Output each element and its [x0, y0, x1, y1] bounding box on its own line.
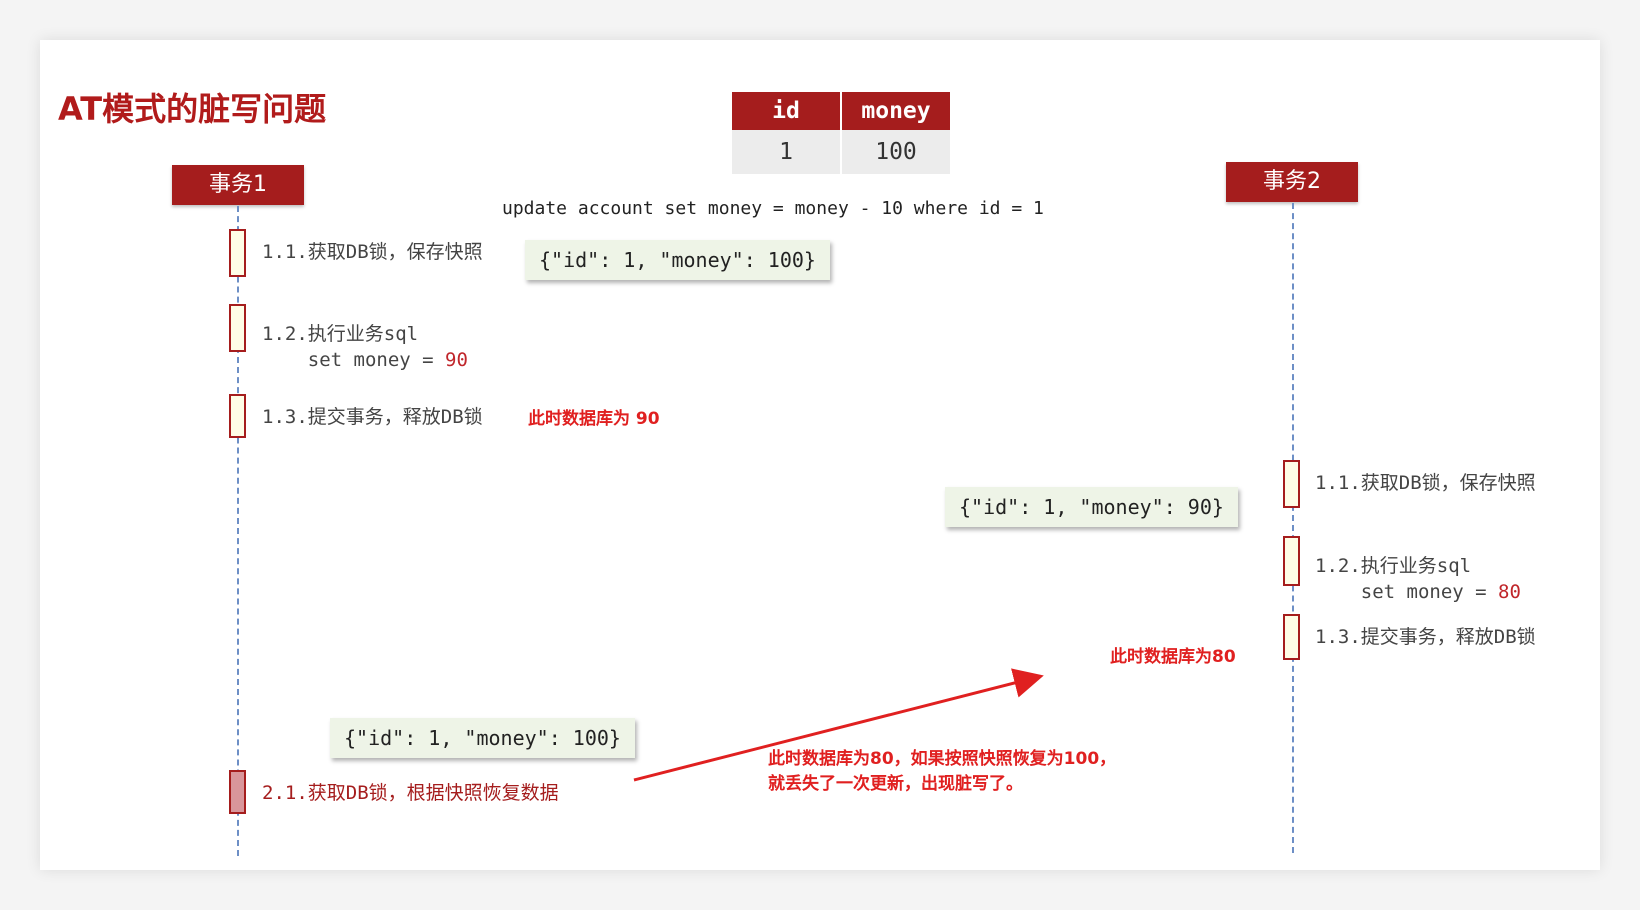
- dirty-write-note-line-1: 此时数据库为80，如果按照快照恢复为100，: [768, 749, 1117, 769]
- dirty-write-note-line-2: 就丢失了一次更新，出现脏写了。: [768, 774, 1023, 794]
- dirty-write-note: 此时数据库为80，如果按照快照恢复为100， 就丢失了一次更新，出现脏写了。: [768, 747, 1116, 797]
